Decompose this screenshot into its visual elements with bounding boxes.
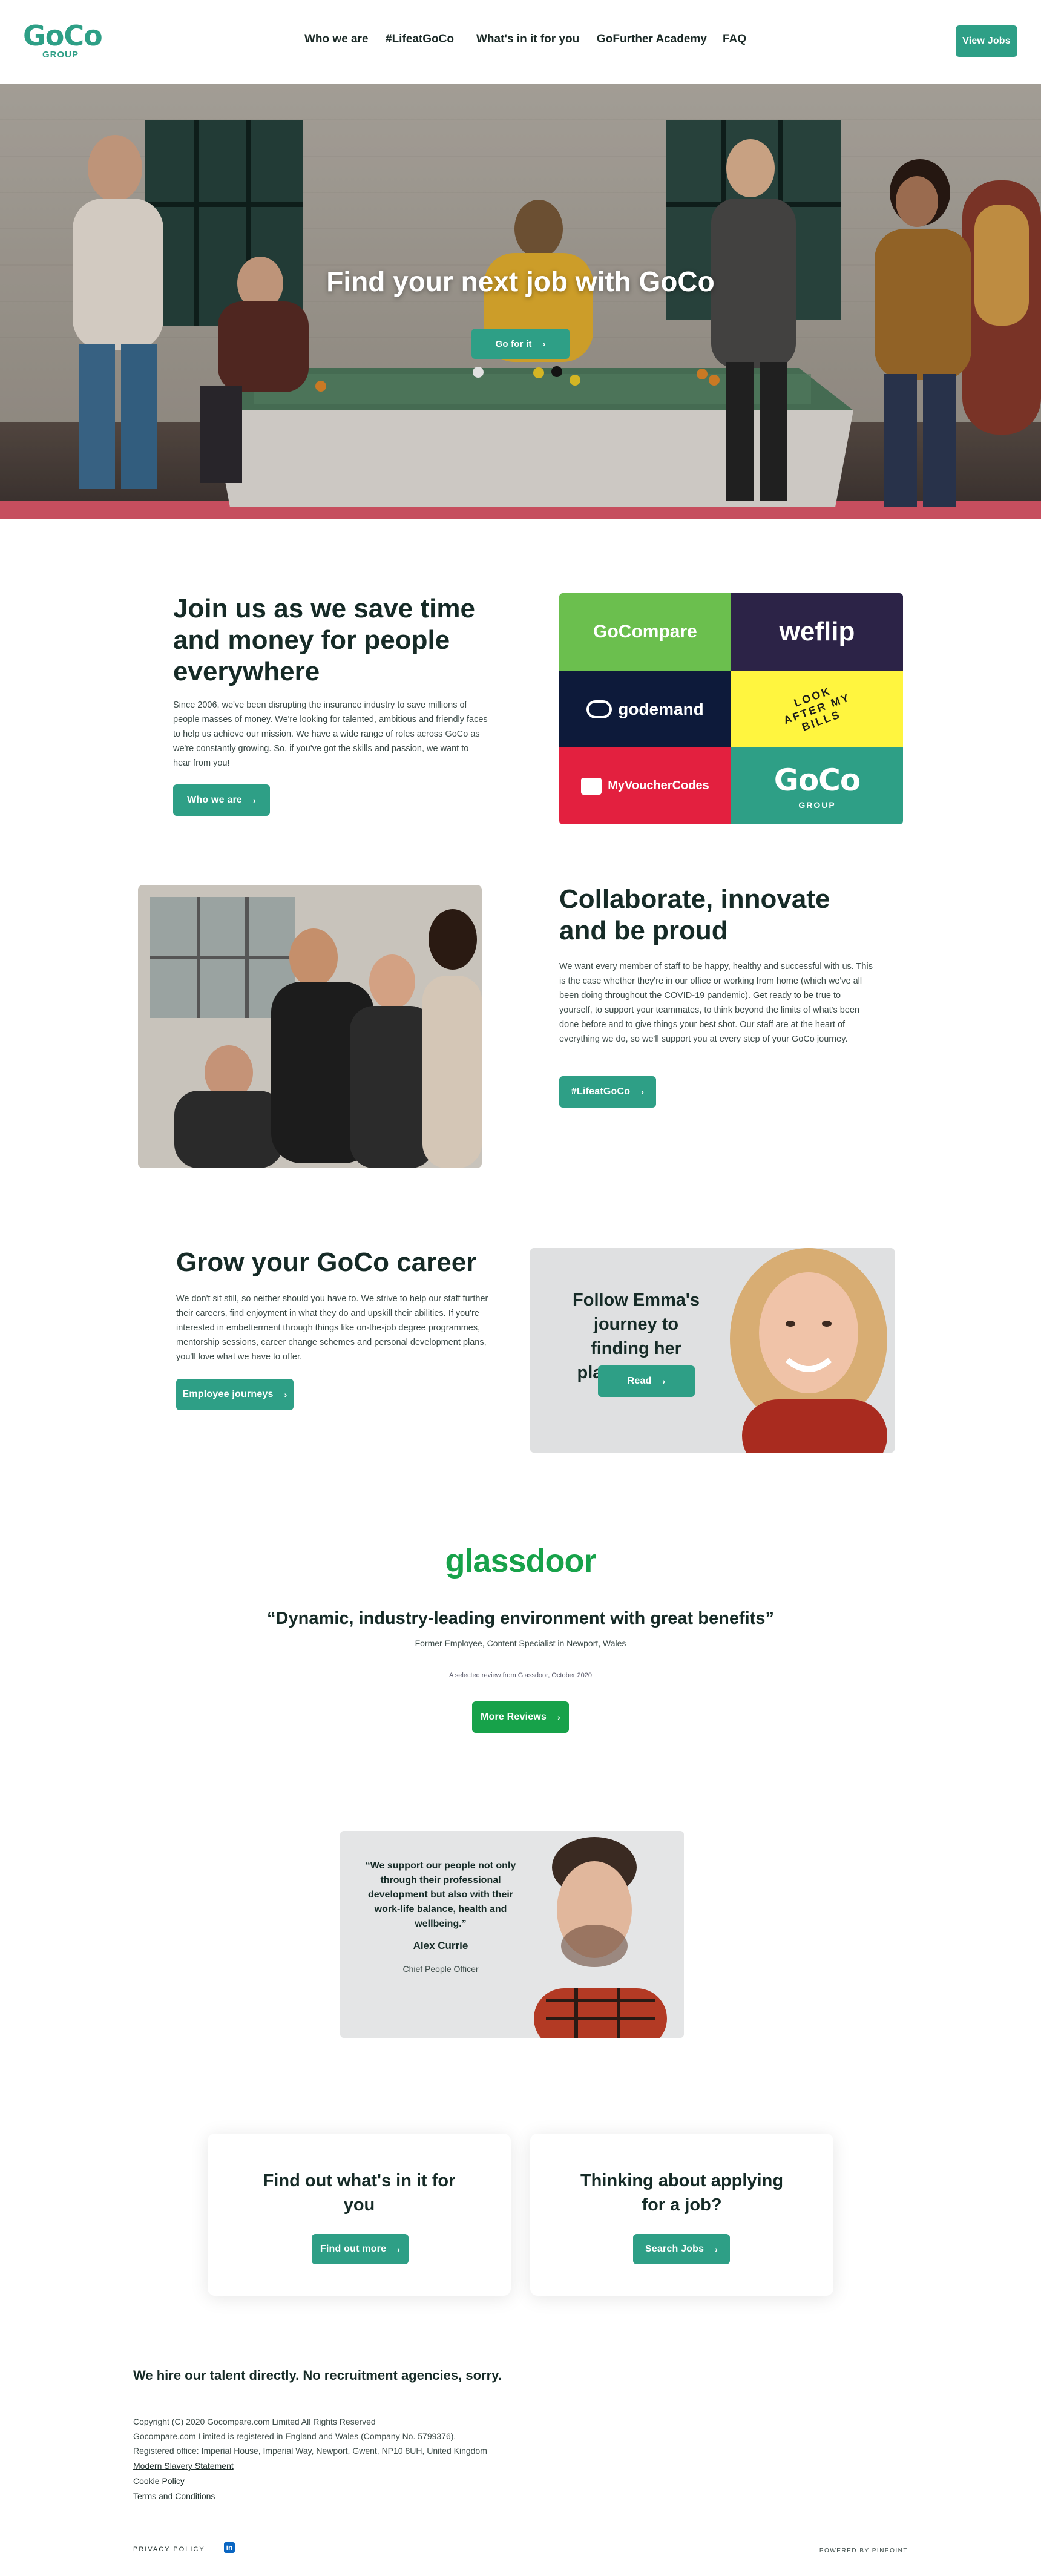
glassdoor-logo: glassdoor bbox=[445, 1543, 596, 1579]
chevron-right-icon: › bbox=[397, 2244, 401, 2254]
chevron-right-icon: › bbox=[715, 2244, 718, 2254]
brand-lookaftermybills[interactable]: LOOK AFTER MY BILLS bbox=[731, 671, 903, 748]
testimonial-card: “We support our people not only through … bbox=[340, 1831, 684, 2038]
chevron-right-icon: › bbox=[557, 1712, 560, 1722]
hero-banner: Find your next job with GoCo Go for it › bbox=[0, 84, 1041, 519]
employee-journeys-button[interactable]: Employee journeys › bbox=[176, 1379, 294, 1410]
glassdoor-note: A selected review from Glassdoor, Octobe… bbox=[448, 1672, 592, 1679]
terms-link[interactable]: Terms and Conditions bbox=[133, 2491, 215, 2501]
brand-goco-sub: GROUP bbox=[798, 800, 836, 810]
hero-photo bbox=[0, 84, 1041, 519]
logo-subtext: GROUP bbox=[42, 50, 79, 60]
lifeatgoco-button[interactable]: #LifeatGoCo › bbox=[559, 1076, 656, 1108]
emma-photo bbox=[730, 1248, 887, 1453]
emma-promo-card: Follow Emma's journey to finding her pla… bbox=[530, 1248, 895, 1453]
brand-weflip-label: weflip bbox=[779, 617, 855, 646]
testimonial-role: Chief People Officer bbox=[402, 1964, 479, 1974]
modern-slavery-link[interactable]: Modern Slavery Statement bbox=[133, 2461, 234, 2471]
chevron-right-icon: › bbox=[641, 1087, 645, 1097]
godemand-logo-icon bbox=[586, 700, 612, 718]
go-for-it-button[interactable]: Go for it › bbox=[471, 329, 570, 359]
career-body: We don't sit still, so neither should yo… bbox=[176, 1294, 488, 1362]
join-title: Join us as we save time and money for pe… bbox=[173, 594, 475, 686]
lifeatgoco-label: #LifeatGoCo bbox=[571, 1086, 631, 1097]
card-whats-in-it-title: Find out what's in it for you bbox=[263, 2171, 456, 2215]
glassdoor-author: Former Employee, Content Specialist in N… bbox=[415, 1638, 626, 1648]
who-we-are-button[interactable]: Who we are › bbox=[173, 784, 270, 816]
hero-title: Find your next job with GoCo bbox=[326, 266, 715, 297]
brand-godemand[interactable]: godemand bbox=[559, 671, 731, 748]
who-we-are-label: Who we are bbox=[187, 795, 243, 805]
powered-by-pinpoint: POWERED BY PINPOINT bbox=[819, 2548, 908, 2554]
chevron-right-icon: › bbox=[662, 1376, 666, 1386]
nav-lifeatgoco[interactable]: #LifeatGoCo bbox=[386, 33, 454, 46]
cookie-policy-link[interactable]: Cookie Policy bbox=[133, 2476, 185, 2486]
chevron-right-icon: › bbox=[284, 1390, 287, 1399]
alex-photo bbox=[534, 1837, 667, 2038]
card-applying: Thinking about applying for a job? Searc… bbox=[530, 2134, 833, 2296]
nav-who-we-are[interactable]: Who we are bbox=[304, 33, 369, 46]
testimonial-quote: “We support our people not only through … bbox=[365, 1861, 516, 1929]
nav-gofurther-academy[interactable]: GoFurther Academy bbox=[597, 33, 707, 46]
linkedin-icon[interactable]: in bbox=[224, 2542, 235, 2553]
brand-goco-label: GoCo bbox=[773, 762, 861, 798]
career-title: Grow your GoCo career bbox=[176, 1247, 477, 1277]
employee-journeys-label: Employee journeys bbox=[182, 1389, 274, 1399]
read-button[interactable]: Read › bbox=[598, 1365, 695, 1397]
more-reviews-button[interactable]: More Reviews › bbox=[472, 1701, 569, 1733]
brand-gocompare-label: GoCompare bbox=[593, 622, 697, 642]
collab-title: Collaborate, innovate and be proud bbox=[559, 884, 830, 945]
card-applying-title: Thinking about applying for a job? bbox=[580, 2171, 784, 2215]
footer-copyright: Copyright (C) 2020 Gocompare.com Limited… bbox=[133, 2417, 376, 2426]
search-jobs-label: Search Jobs bbox=[645, 2244, 704, 2254]
read-label: Read bbox=[627, 1376, 652, 1386]
team-photo bbox=[138, 885, 482, 1168]
search-jobs-button[interactable]: Search Jobs › bbox=[633, 2234, 730, 2264]
nav-faq[interactable]: FAQ bbox=[723, 33, 746, 46]
site-header: GoCo GROUP Who we are #LifeatGoCo What's… bbox=[0, 0, 1041, 84]
brand-godemand-label: godemand bbox=[618, 699, 704, 718]
footer-registration: Gocompare.com Limited is registered in E… bbox=[133, 2431, 456, 2441]
brand-gocompare[interactable]: GoCompare bbox=[559, 593, 731, 671]
voucher-icon bbox=[581, 777, 602, 795]
testimonial-name: Alex Currie bbox=[413, 1940, 468, 1951]
logo-wordmark: GoCo bbox=[23, 19, 103, 52]
privacy-policy-link[interactable]: PRIVACY POLICY bbox=[133, 2546, 205, 2553]
brand-goco-group[interactable]: GoCo GROUP bbox=[731, 748, 903, 824]
brand-lamb-label: LOOK AFTER MY BILLS bbox=[781, 684, 852, 734]
join-body: Since 2006, we've been disrupting the in… bbox=[173, 700, 488, 768]
brand-grid: GoCompare weflip godemand LOOK AFTER MY … bbox=[559, 593, 903, 824]
more-reviews-label: More Reviews bbox=[481, 1712, 547, 1722]
card-whats-in-it: Find out what's in it for you Find out m… bbox=[208, 2134, 511, 2296]
chevron-right-icon: › bbox=[253, 795, 256, 805]
find-out-more-label: Find out more bbox=[320, 2244, 387, 2254]
nav-whats-in-it[interactable]: What's in it for you bbox=[476, 33, 579, 46]
chevron-right-icon: › bbox=[542, 339, 546, 349]
linkedin-icon-label: in bbox=[226, 2543, 233, 2552]
footer-address: Registered office: Imperial House, Imper… bbox=[133, 2446, 487, 2456]
go-for-it-label: Go for it bbox=[495, 338, 532, 349]
footer-headline: We hire our talent directly. No recruitm… bbox=[133, 2368, 502, 2383]
find-out-more-button[interactable]: Find out more › bbox=[312, 2234, 409, 2264]
brand-mvc-label: MyVoucherCodes bbox=[608, 779, 709, 792]
brand-myvouchercodes[interactable]: MyVoucherCodes bbox=[559, 748, 731, 824]
glassdoor-quote: “Dynamic, industry-leading environment w… bbox=[267, 1609, 774, 1628]
collab-body: We want every member of staff to be happ… bbox=[559, 962, 873, 1044]
view-jobs-label: View Jobs bbox=[962, 36, 1011, 46]
view-jobs-button[interactable]: View Jobs bbox=[956, 25, 1017, 57]
goco-logo[interactable]: GoCo GROUP bbox=[23, 19, 103, 60]
brand-weflip[interactable]: weflip bbox=[731, 593, 903, 671]
